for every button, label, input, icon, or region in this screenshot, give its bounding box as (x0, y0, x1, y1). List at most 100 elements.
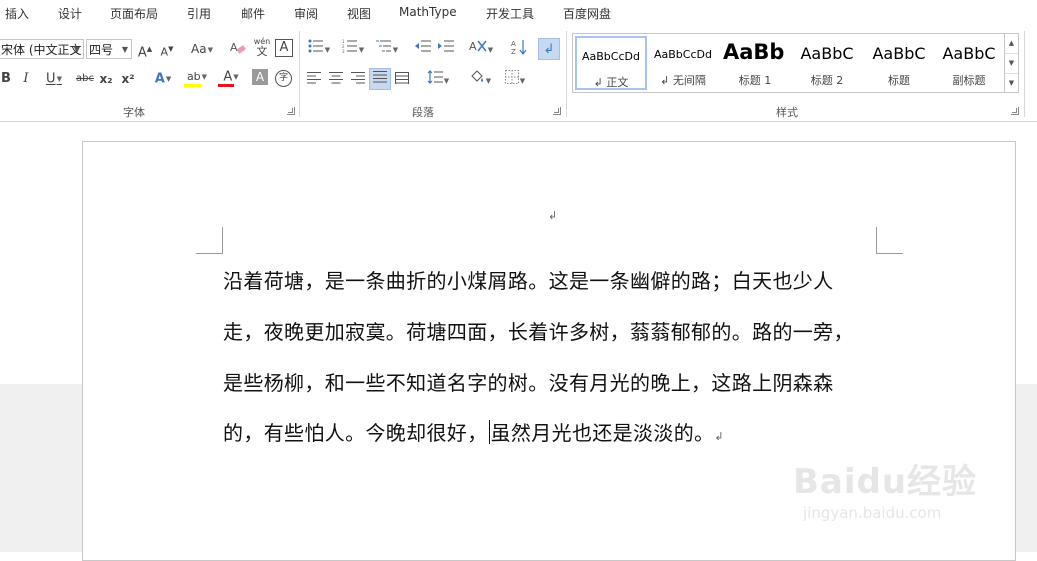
align-right-button[interactable] (349, 71, 367, 91)
scroll-up-icon[interactable]: ▲ (1005, 34, 1018, 54)
justify-button[interactable] (369, 68, 391, 90)
subscript-icon: x₂ (99, 72, 113, 86)
watermark-logo-text: Baidu经验 (793, 462, 978, 502)
svg-text:A: A (230, 41, 238, 54)
text-effects-button[interactable]: A▼ (150, 69, 176, 89)
increase-indent-button[interactable] (437, 39, 455, 59)
style-name-label: 标题 2 (810, 74, 844, 87)
tab-mathtype[interactable]: MathType (399, 5, 457, 19)
tab-design[interactable]: 设计 (58, 5, 82, 22)
style-heading-2[interactable]: AaBbC 标题 2 (791, 36, 863, 90)
superscript-button[interactable]: x² (120, 69, 136, 89)
group-separator (566, 31, 567, 117)
styles-dialog-launcher[interactable] (1011, 107, 1019, 115)
phonetic-guide-char: 文 (256, 45, 268, 58)
decrease-indent-button[interactable] (414, 39, 432, 59)
borders-button[interactable]: ▼ (501, 70, 529, 90)
subscript-button[interactable]: x₂ (98, 69, 114, 89)
watermark-url: jingyan.baidu.com (803, 504, 942, 522)
multilevel-list-button[interactable]: ▼ (373, 39, 401, 59)
bold-icon: B (1, 71, 11, 86)
shrink-font-button[interactable]: A▼ (159, 39, 175, 59)
italic-button[interactable]: I (20, 69, 32, 89)
tab-review[interactable]: 审阅 (294, 5, 318, 22)
font-group-label: 字体 (123, 106, 145, 119)
paragraph-group-label: 段落 (412, 106, 434, 119)
bullet-list-icon (308, 39, 323, 53)
font-dialog-launcher[interactable] (287, 107, 295, 115)
grow-font-button[interactable]: A▲ (137, 39, 153, 60)
tab-insert[interactable]: 插入 (5, 5, 29, 22)
style-sample: AaBbCcDd (582, 50, 640, 63)
character-shading-button[interactable]: A (252, 69, 268, 85)
svg-text:A: A (469, 40, 477, 53)
distributed-button[interactable] (393, 71, 411, 91)
style-name-label: 正文 (606, 76, 629, 89)
line-spacing-icon (427, 70, 443, 84)
style-sample: AaBbC (872, 44, 926, 63)
shading-button[interactable]: ▼ (466, 70, 494, 90)
show-formatting-marks-button[interactable]: ↲ (538, 38, 560, 60)
style-heading-1[interactable]: AaBb 标题 1 (719, 36, 791, 90)
align-left-button[interactable] (305, 71, 323, 91)
bullets-button[interactable]: ▼ (305, 39, 333, 59)
phonetic-guide-button[interactable]: wén 文 (252, 37, 272, 57)
gallery-more-icon[interactable]: ▼ (1005, 74, 1018, 93)
styles-group-label: 样式 (776, 106, 798, 119)
strikethrough-button[interactable]: abc (74, 69, 96, 89)
clear-formatting-button[interactable]: A (229, 39, 247, 59)
style-title[interactable]: AaBbC 标题 (863, 36, 935, 90)
tab-baidu-netdisk[interactable]: 百度网盘 (563, 5, 611, 22)
character-border-button[interactable]: A (275, 39, 293, 57)
tab-view[interactable]: 视图 (347, 5, 371, 22)
border-icon (504, 70, 519, 84)
paragraph-mark-icon: ↲ (548, 209, 558, 222)
font-name-select[interactable]: 宋体 (中文正文 ▼ (0, 39, 84, 59)
crop-mark-right (876, 227, 903, 254)
chinese-layout-icon: A (469, 40, 487, 53)
font-color-swatch (218, 84, 234, 87)
increase-indent-icon (438, 40, 454, 52)
decrease-indent-icon (415, 40, 431, 52)
underline-button[interactable]: U▼ (42, 69, 66, 89)
sort-button[interactable]: AZ (510, 39, 528, 59)
align-center-button[interactable] (327, 71, 345, 91)
document-line[interactable]: 走，夜晚更加寂寞。荷塘四面，长着许多树，蓊蓊郁郁的。路的一旁， (223, 316, 854, 345)
align-right-icon (351, 72, 365, 84)
paragraph-mark-icon: ↲ (593, 76, 603, 89)
enclose-characters-button[interactable]: 字 (275, 70, 292, 87)
tab-layout[interactable]: 页面布局 (110, 5, 158, 22)
line-spacing-button[interactable]: ▼ (424, 70, 452, 90)
strikethrough-icon: abc (76, 73, 94, 84)
font-size-select[interactable]: 四号 ▼ (86, 39, 132, 59)
font-size-value: 四号 (89, 43, 114, 57)
chinese-layout-button[interactable]: A ▼ (467, 39, 495, 59)
bold-button[interactable]: B (0, 69, 12, 89)
paragraph-dialog-launcher[interactable] (553, 107, 561, 115)
character-border-icon: A (279, 40, 289, 55)
style-subtitle[interactable]: AaBbC 副标题 (933, 36, 1005, 90)
style-name-label: 副标题 (952, 74, 986, 87)
document-line-last[interactable]: 的，有些怕人。今晚却很好， 虽然月光也还是淡淡的。↲ (223, 417, 724, 446)
tab-developer[interactable]: 开发工具 (486, 5, 534, 22)
text-before-cursor: 的，有些怕人。今晚却很好， (223, 421, 488, 445)
align-left-icon (307, 72, 321, 84)
tab-references[interactable]: 引用 (187, 5, 211, 22)
scroll-down-icon[interactable]: ▼ (1005, 54, 1018, 74)
tab-mailings[interactable]: 邮件 (241, 5, 265, 22)
styles-gallery: AaBbCcDd ↲ 正文 AaBbCcDd ↲ 无间隔 AaBb 标题 1 A… (572, 33, 1005, 93)
style-name-label: 标题 (888, 74, 910, 87)
numbered-list-icon: 123 (342, 39, 357, 54)
style-name-label: 无间隔 (672, 74, 706, 87)
numbering-button[interactable]: 123 ▼ (339, 39, 367, 59)
change-case-button[interactable]: Aa▼ (188, 39, 216, 59)
document-line[interactable]: 沿着荷塘，是一条曲折的小煤屑路。这是一条幽僻的路；白天也少人 (223, 265, 834, 294)
document-line[interactable]: 是些杨柳，和一些不知道名字的树。没有月光的晚上，这路上阴森森 (223, 367, 834, 396)
svg-text:A: A (511, 40, 516, 48)
sort-az-icon: AZ (511, 40, 527, 56)
align-distributed-icon (395, 72, 409, 84)
text-cursor (488, 420, 490, 444)
character-shading-icon: A (255, 70, 265, 84)
style-no-spacing[interactable]: AaBbCcDd ↲ 无间隔 (647, 36, 719, 90)
style-normal[interactable]: AaBbCcDd ↲ 正文 (575, 36, 647, 90)
